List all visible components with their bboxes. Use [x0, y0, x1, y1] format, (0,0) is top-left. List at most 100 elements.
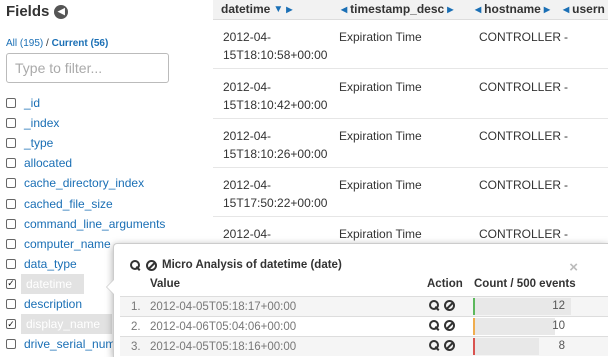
field-name[interactable]: datetime — [21, 273, 85, 294]
cell-hostname: CONTROLLER — [479, 80, 562, 94]
cell-timestamp-desc: Expiration Time — [339, 80, 422, 94]
field-name[interactable]: description — [21, 295, 85, 313]
move-left-icon[interactable]: ◀ — [341, 5, 347, 14]
checkbox-checked[interactable]: ✓ — [6, 319, 16, 330]
field-item[interactable]: cached_file_size — [6, 193, 206, 213]
analysis-row: 3. 2012-04-05T05:18:16+00:00 8 — [120, 336, 608, 356]
row-index: 1. — [131, 301, 141, 313]
field-name[interactable]: _id — [21, 94, 43, 112]
ban-icon[interactable] — [444, 320, 455, 331]
move-right-icon[interactable]: ▶ — [447, 5, 453, 14]
checkbox[interactable] — [6, 138, 16, 149]
checkbox-checked[interactable]: ✓ — [6, 278, 16, 289]
count-cell: 10 — [473, 317, 571, 336]
field-item[interactable]: _id — [6, 93, 206, 113]
close-icon[interactable]: × — [569, 260, 578, 275]
field-name[interactable]: command_line_arguments — [21, 215, 168, 233]
checkbox[interactable] — [6, 218, 16, 229]
row-value: 2012-04-06T05:04:06+00:00 — [150, 321, 297, 333]
column-header-datetime[interactable]: datetime ▼ ▶ — [221, 2, 292, 16]
cell-username: - — [564, 80, 568, 94]
cell-username: - — [564, 227, 568, 241]
cell-datetime: 2012-04- — [223, 227, 272, 241]
table-header: datetime ▼ ▶ ◀ timestamp_desc ▶ ◀ hostna… — [213, 0, 608, 20]
sort-desc-icon[interactable]: ▼ — [273, 4, 283, 15]
checkbox[interactable] — [6, 158, 16, 169]
table-row[interactable]: 2012-04-15T17:50:22+00:00 Expiration Time… — [213, 168, 608, 217]
field-name[interactable]: data_type — [21, 255, 80, 273]
search-icon[interactable] — [429, 300, 440, 311]
analysis-row: 1. 2012-04-05T05:18:17+00:00 12 — [120, 296, 608, 316]
cell-datetime: 2012-04-15T18:10:58+00:00 — [223, 30, 328, 62]
row-index: 3. — [131, 341, 141, 353]
column-label: datetime — [221, 2, 271, 16]
field-name[interactable]: allocated — [21, 154, 75, 172]
field-name[interactable]: _index — [21, 114, 62, 132]
field-item[interactable]: _type — [6, 133, 206, 153]
ban-icon[interactable] — [444, 300, 455, 311]
search-icon — [130, 259, 141, 271]
table-row[interactable]: 2012-04-15T18:10:26+00:00 Expiration Time… — [213, 119, 608, 168]
all-fields-link[interactable]: All (195) — [6, 38, 43, 49]
column-label: hostname — [484, 2, 541, 16]
count-fill — [475, 338, 539, 355]
column-label: timestamp_desc — [350, 2, 445, 16]
row-actions — [429, 320, 455, 331]
count-cell: 12 — [473, 297, 571, 316]
chevron-left-circle-icon[interactable]: ◀ — [54, 4, 69, 19]
move-left-icon[interactable]: ◀ — [563, 5, 569, 14]
field-name[interactable]: display_name — [21, 314, 113, 335]
cell-datetime: 2012-04-15T18:10:42+00:00 — [223, 80, 328, 112]
row-index: 2. — [131, 321, 141, 333]
field-item[interactable]: allocated — [6, 153, 206, 173]
field-name[interactable]: cache_directory_index — [21, 174, 147, 192]
column-header-timestamp-desc[interactable]: ◀ timestamp_desc ▶ — [341, 2, 453, 16]
checkbox[interactable] — [6, 339, 16, 350]
column-header-hostname[interactable]: ◀ hostname ▶ — [475, 2, 550, 16]
popover-title: Micro Analysis of datetime (date) — [130, 259, 342, 271]
field-item[interactable]: _index — [6, 113, 206, 133]
field-item[interactable]: command_line_arguments — [6, 214, 206, 234]
checkbox[interactable] — [6, 238, 16, 249]
cell-username: - — [564, 178, 568, 192]
ban-icon — [146, 259, 157, 271]
row-count: 8 — [558, 340, 565, 352]
checkbox[interactable] — [6, 298, 16, 309]
move-right-icon[interactable]: ▶ — [286, 5, 292, 14]
header-count: Count / 500 events — [474, 278, 576, 290]
move-left-icon[interactable]: ◀ — [475, 5, 481, 14]
table-row[interactable]: 2012-04-15T18:10:42+00:00 Expiration Time… — [213, 70, 608, 119]
fields-title: Fields ◀ — [6, 3, 69, 20]
field-name[interactable]: cached_file_size — [21, 195, 116, 213]
count-fill — [475, 318, 555, 335]
move-right-icon[interactable]: ▶ — [544, 5, 550, 14]
cell-timestamp-desc: Expiration Time — [339, 227, 422, 241]
field-name[interactable]: computer_name — [21, 235, 114, 253]
ban-icon[interactable] — [444, 340, 455, 351]
search-icon[interactable] — [429, 320, 440, 331]
field-item[interactable]: cache_directory_index — [6, 173, 206, 193]
checkbox[interactable] — [6, 98, 16, 109]
checkbox[interactable] — [6, 198, 16, 209]
cell-timestamp-desc: Expiration Time — [339, 178, 422, 192]
checkbox[interactable] — [6, 258, 16, 269]
field-name[interactable]: drive_serial_numb — [21, 335, 125, 353]
row-actions — [429, 300, 455, 311]
cell-hostname: CONTROLLER — [479, 227, 562, 241]
checkbox[interactable] — [6, 178, 16, 189]
search-icon[interactable] — [429, 340, 440, 351]
current-fields-link[interactable]: Current (56) — [52, 38, 109, 49]
field-name[interactable]: _type — [21, 134, 56, 152]
column-header-username[interactable]: ◀ usern — [563, 2, 605, 16]
analysis-row: 2. 2012-04-06T05:04:06+00:00 10 — [120, 316, 608, 336]
field-filter-input[interactable] — [6, 53, 169, 83]
cell-username: - — [564, 30, 568, 44]
header-value: Value — [150, 278, 181, 290]
cell-timestamp-desc: Expiration Time — [339, 129, 422, 143]
table-row[interactable]: 2012-04-15T18:10:58+00:00 Expiration Time… — [213, 20, 608, 69]
cell-hostname: CONTROLLER — [479, 178, 562, 192]
popover-title-label: Micro Analysis of datetime (date) — [162, 259, 342, 271]
field-counts: All (195) / Current (56) — [6, 38, 108, 49]
checkbox[interactable] — [6, 118, 16, 129]
cell-username: - — [564, 129, 568, 143]
